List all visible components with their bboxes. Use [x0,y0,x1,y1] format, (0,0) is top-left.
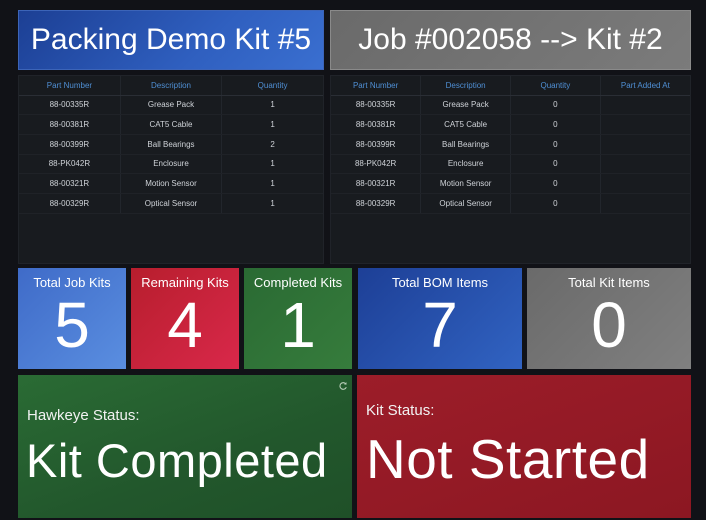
cell-part-number: 88-00335R [331,95,422,116]
total-bom-items-label: Total BOM Items [391,275,489,290]
cell-part-number: 88-00381R [331,114,422,135]
completed-kits-tile: Completed Kits 1 [244,268,352,369]
cell-part-added-at [600,193,690,214]
cell-part-added-at [600,134,690,155]
cell-quantity: 1 [221,173,323,194]
cell-part-number: 88-00399R [331,134,422,155]
cell-description: Ball Bearings [420,134,511,155]
cell-quantity: 0 [510,95,601,116]
hawkeye-status-label: Hawkeye Status: [27,407,140,424]
cell-quantity: 0 [510,154,601,175]
table-row: 88-PK042R Enclosure 0 [331,154,690,175]
table-row: 88-00381R CAT5 Cable 0 [331,114,690,135]
cell-description: Optical Sensor [420,193,511,214]
bom-table-panel: Part Number Description Quantity 88-0033… [18,75,324,264]
remaining-kits-label: Remaining Kits [141,275,229,290]
total-job-kits-tile: Total Job Kits 5 [18,268,126,369]
cell-part-number: 88-00399R [19,134,121,155]
table-row: 88-00321R Motion Sensor 1 [19,173,323,194]
table-row: 88-00329R Optical Sensor 0 [331,193,690,214]
cell-description: Enclosure [120,154,223,175]
table-row: 88-00335R Grease Pack 1 [19,95,323,116]
job-title: Job #002058 --> Kit #2 [358,23,663,56]
kit-table-panel: Part Number Description Quantity Part Ad… [330,75,691,264]
cell-part-added-at [600,173,690,194]
cell-part-number: 88-00329R [19,193,121,214]
table-row: 88-00399R Ball Bearings 2 [19,134,323,155]
cell-description: Optical Sensor [120,193,223,214]
total-job-kits-value: 5 [54,289,90,361]
cell-description: CAT5 Cable [420,114,511,135]
table-row: 88-00381R CAT5 Cable 1 [19,114,323,135]
cell-part-number: 88-PK042R [19,154,121,175]
total-job-kits-label: Total Job Kits [33,275,111,290]
column-header-description[interactable]: Description [120,76,223,96]
hawkeye-status-value: Kit Completed [26,434,328,487]
cell-quantity: 1 [221,154,323,175]
cell-quantity: 0 [510,134,601,155]
cell-quantity: 1 [221,114,323,135]
total-kit-items-value: 0 [591,289,627,361]
cell-part-number: 88-PK042R [331,154,422,175]
cell-part-number: 88-00329R [331,193,422,214]
column-header-part-number[interactable]: Part Number [331,76,422,96]
cell-description: Motion Sensor [120,173,223,194]
hawkeye-status-panel: Hawkeye Status: Kit Completed [18,375,352,518]
cell-description: Grease Pack [420,95,511,116]
cell-quantity: 2 [221,134,323,155]
kit-title-banner: Packing Demo Kit #5 [18,10,324,70]
refresh-icon[interactable] [338,378,348,390]
cell-part-number: 88-00321R [19,173,121,194]
column-header-quantity[interactable]: Quantity [221,76,323,96]
cell-description: Motion Sensor [420,173,511,194]
bom-table: Part Number Description Quantity 88-0033… [19,76,323,214]
total-kit-items-tile: Total Kit Items 0 [527,268,691,369]
cell-part-added-at [600,154,690,175]
cell-part-number: 88-00381R [19,114,121,135]
column-header-description[interactable]: Description [420,76,511,96]
cell-description: CAT5 Cable [120,114,223,135]
cell-quantity: 0 [510,173,601,194]
completed-kits-label: Completed Kits [253,275,343,290]
job-title-banner: Job #002058 --> Kit #2 [330,10,691,70]
cell-part-number: 88-00335R [19,95,121,116]
cell-description: Enclosure [420,154,511,175]
remaining-kits-value: 4 [167,289,203,361]
cell-quantity: 1 [221,95,323,116]
table-row: 88-PK042R Enclosure 1 [19,154,323,175]
cell-description: Grease Pack [120,95,223,116]
total-bom-items-tile: Total BOM Items 7 [358,268,522,369]
kit-status-label: Kit Status: [366,402,435,419]
remaining-kits-tile: Remaining Kits 4 [131,268,239,369]
column-header-part-added-at[interactable]: Part Added At [600,76,690,96]
cell-quantity: 1 [221,193,323,214]
kit-title: Packing Demo Kit #5 [30,23,312,56]
column-header-quantity[interactable]: Quantity [510,76,601,96]
kit-table: Part Number Description Quantity Part Ad… [331,76,690,214]
column-header-part-number[interactable]: Part Number [19,76,121,96]
cell-quantity: 0 [510,193,601,214]
completed-kits-value: 1 [280,289,316,361]
kit-status-panel: Kit Status: Not Started [357,375,691,518]
cell-part-number: 88-00321R [331,173,422,194]
table-row: 88-00335R Grease Pack 0 [331,95,690,116]
cell-quantity: 0 [510,114,601,135]
cell-description: Ball Bearings [120,134,223,155]
total-bom-items-value: 7 [422,289,458,361]
table-row: 88-00399R Ball Bearings 0 [331,134,690,155]
kit-status-value: Not Started [366,428,650,490]
total-kit-items-label: Total Kit Items [568,275,650,290]
cell-part-added-at [600,114,690,135]
table-row: 88-00321R Motion Sensor 0 [331,173,690,194]
cell-part-added-at [600,95,690,116]
table-row: 88-00329R Optical Sensor 1 [19,193,323,214]
